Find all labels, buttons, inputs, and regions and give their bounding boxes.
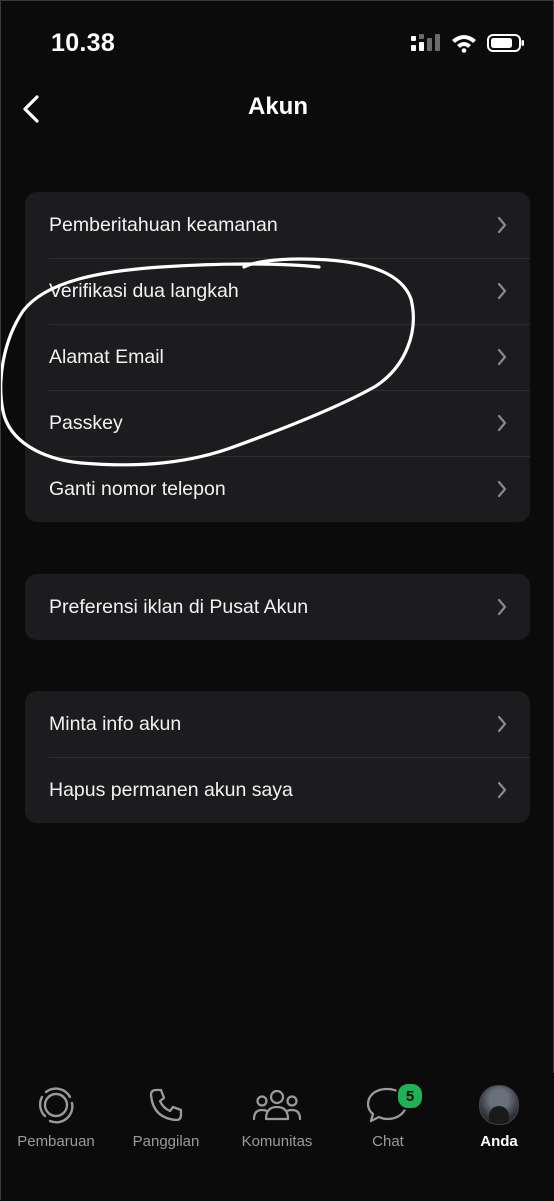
tab-chat[interactable]: 5 Chat (333, 1082, 443, 1150)
unread-badge: 5 (396, 1082, 424, 1110)
two-step-verification-row[interactable]: Verifikasi dua langkah (25, 258, 530, 324)
chevron-right-icon (497, 781, 507, 799)
row-label: Passkey (49, 411, 123, 434)
battery-icon (487, 34, 524, 52)
chevron-right-icon (497, 216, 507, 234)
tab-label: Anda (480, 1133, 518, 1150)
phone-icon (149, 1088, 183, 1122)
chevron-right-icon (497, 348, 507, 366)
updates-icon (38, 1087, 74, 1124)
wifi-icon (452, 35, 476, 53)
tab-you[interactable]: Anda (444, 1083, 554, 1150)
email-address-row[interactable]: Alamat Email (25, 324, 530, 390)
tab-label: Panggilan (132, 1133, 200, 1150)
row-label: Minta info akun (49, 712, 182, 735)
nav-header: Akun (1, 79, 554, 139)
chevron-right-icon (497, 282, 507, 300)
row-label: Hapus permanen akun saya (49, 778, 293, 801)
page-title: Akun (248, 93, 308, 120)
status-bar: 10.38 (1, 1, 554, 89)
tab-label: Komunitas (241, 1133, 313, 1150)
chevron-right-icon (497, 715, 507, 733)
tab-communities[interactable]: Komunitas (222, 1083, 332, 1150)
tab-label: Chat (372, 1133, 404, 1150)
tab-updates[interactable]: Pembaruan (1, 1083, 111, 1150)
status-icons (411, 33, 525, 53)
passkey-row[interactable]: Passkey (25, 390, 530, 456)
account-data-group: Minta info akun Hapus permanen akun saya (25, 691, 530, 823)
chevron-right-icon (497, 598, 507, 616)
row-label: Preferensi iklan di Pusat Akun (49, 595, 309, 618)
chevron-right-icon (497, 414, 507, 432)
row-label: Pemberitahuan keamanan (49, 213, 278, 236)
delete-account-row[interactable]: Hapus permanen akun saya (25, 757, 530, 823)
community-icon (252, 1089, 302, 1121)
security-notifications-row[interactable]: Pemberitahuan keamanan (25, 192, 530, 258)
ad-preferences-group: Preferensi iklan di Pusat Akun (25, 574, 530, 640)
account-security-group: Pemberitahuan keamanan Verifikasi dua la… (25, 192, 530, 522)
bottom-tab-bar: Pembaruan Panggilan Komunitas 5 Chat And… (1, 1073, 554, 1201)
tab-label: Pembaruan (17, 1133, 95, 1150)
status-time: 10.38 (51, 29, 116, 57)
ad-preferences-row[interactable]: Preferensi iklan di Pusat Akun (25, 574, 530, 640)
avatar (479, 1085, 519, 1125)
row-label: Verifikasi dua langkah (49, 279, 239, 302)
request-account-info-row[interactable]: Minta info akun (25, 691, 530, 757)
row-label: Alamat Email (49, 345, 164, 368)
cellular-signal-icon (411, 34, 440, 51)
change-phone-number-row[interactable]: Ganti nomor telepon (25, 456, 530, 522)
tab-calls[interactable]: Panggilan (111, 1083, 221, 1150)
chevron-right-icon (497, 480, 507, 498)
row-label: Ganti nomor telepon (49, 477, 226, 500)
